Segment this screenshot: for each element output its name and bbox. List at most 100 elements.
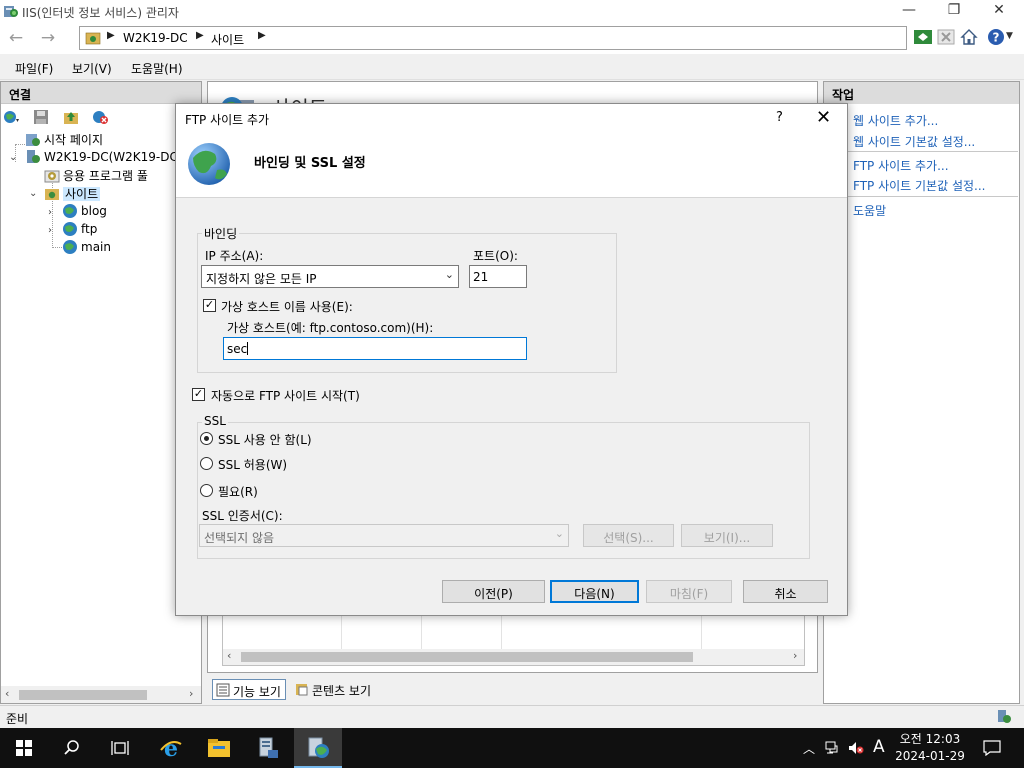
iis-manager-icon xyxy=(308,737,329,758)
finish-button[interactable]: 마침(F) xyxy=(646,580,732,603)
refresh-icon[interactable] xyxy=(913,27,933,47)
start-button[interactable] xyxy=(0,728,48,768)
virtual-host-field[interactable]: sec xyxy=(223,337,527,360)
chevron-down-icon[interactable]: ⌄ xyxy=(9,152,17,163)
tree-item-site-blog[interactable]: blog xyxy=(62,203,107,219)
volume-muted-icon[interactable] xyxy=(848,741,864,755)
no-ssl-radio[interactable] xyxy=(200,432,213,445)
divider xyxy=(848,196,1018,197)
dialog-header: FTP 사이트 추가 ? ✕ 바인딩 및 SSL 설정 xyxy=(176,104,847,198)
previous-button[interactable]: 이전(P) xyxy=(442,580,545,603)
scroll-left-icon[interactable]: ‹ xyxy=(5,687,9,700)
globe-icon xyxy=(63,204,77,218)
ssl-certificate-dropdown[interactable]: 선택되지 않음 ⌄ xyxy=(199,524,569,547)
notification-icon[interactable] xyxy=(983,740,1001,756)
connect-globe-icon[interactable] xyxy=(3,109,21,125)
allow-ssl-radio[interactable] xyxy=(200,457,213,470)
autostart-label: 자동으로 FTP 사이트 시작(T) xyxy=(211,389,360,403)
scroll-right-icon[interactable]: › xyxy=(189,687,193,700)
menu-view[interactable]: 보기(V) xyxy=(72,60,112,77)
autostart-checkbox[interactable]: ✓ xyxy=(192,388,205,401)
stop-icon[interactable] xyxy=(936,27,956,47)
tree-item-sites[interactable]: 사이트 xyxy=(44,185,101,202)
view-certificate-button[interactable]: 보기(I)... xyxy=(681,524,773,547)
cancel-button[interactable]: 취소 xyxy=(743,580,828,603)
virtual-host-checkbox[interactable]: ✓ xyxy=(203,299,216,312)
dialog-title: FTP 사이트 추가 xyxy=(185,113,270,127)
tab-content-view[interactable]: 콘텐츠 보기 xyxy=(292,679,375,700)
scroll-right-icon[interactable]: › xyxy=(793,649,797,662)
taskbar-iis-manager[interactable] xyxy=(294,728,342,768)
up-level-icon[interactable] xyxy=(63,109,81,125)
action-ftp-site-defaults[interactable]: FTP 사이트 기본값 설정... xyxy=(853,177,985,194)
tree-item-server[interactable]: W2K19-DC(W2K19-DC\ xyxy=(25,149,182,165)
taskbar-ie[interactable]: e xyxy=(147,728,195,768)
connection-status-icon xyxy=(998,710,1011,723)
taskbar-server-manager[interactable] xyxy=(244,728,292,768)
disconnect-icon[interactable] xyxy=(91,109,109,125)
binding-group-label: 바인딩 xyxy=(202,225,240,242)
help-dropdown-icon[interactable]: ▼ xyxy=(1006,31,1013,41)
dialog-help-button[interactable]: ? xyxy=(776,110,783,125)
features-view-icon xyxy=(216,683,230,697)
tray-chevron-up-icon[interactable]: ︿ xyxy=(803,740,815,757)
ip-address-dropdown[interactable]: 지정하지 않은 모든 IP ⌄ xyxy=(201,265,459,288)
actions-header: 작업 xyxy=(824,82,1019,104)
restore-button[interactable]: ❐ xyxy=(931,0,977,22)
back-arrow-icon[interactable]: ← xyxy=(5,28,27,48)
breadcrumb-sites[interactable]: 사이트 xyxy=(211,31,244,48)
tree-item-app-pools[interactable]: 응용 프로그램 풀 xyxy=(44,167,148,184)
require-ssl-radio[interactable] xyxy=(200,484,213,497)
tree-item-site-ftp[interactable]: ftp xyxy=(62,221,97,237)
chevron-right-icon[interactable]: › xyxy=(48,225,52,236)
port-field[interactable]: 21 xyxy=(469,265,527,288)
sites-list[interactable]: ‹ › xyxy=(222,614,805,666)
sites-folder-icon xyxy=(45,188,59,200)
ssl-certificate-label: SSL 인증서(C): xyxy=(202,509,283,523)
minimize-button[interactable]: — xyxy=(886,0,932,22)
breadcrumb-server[interactable]: W2K19-DC xyxy=(123,31,188,45)
action-add-ftp-site[interactable]: FTP 사이트 추가... xyxy=(853,157,949,174)
save-icon[interactable] xyxy=(33,109,51,125)
address-bar[interactable]: ▶ W2K19-DC ▶ 사이트 ▶ xyxy=(79,26,907,50)
tree-line xyxy=(52,247,62,248)
connections-scrollbar[interactable]: ‹ › xyxy=(1,686,201,703)
forward-arrow-icon[interactable]: → xyxy=(37,28,59,48)
breadcrumb-separator-icon: ▶ xyxy=(196,30,204,41)
chevron-right-icon[interactable]: › xyxy=(48,207,52,218)
column-divider xyxy=(421,615,422,649)
dialog-heading: 바인딩 및 SSL 설정 xyxy=(254,156,366,171)
search-button[interactable] xyxy=(48,728,96,768)
network-icon[interactable] xyxy=(825,741,841,755)
scroll-left-icon[interactable]: ‹ xyxy=(227,649,231,662)
select-certificate-button[interactable]: 선택(S)... xyxy=(583,524,674,547)
task-view-button[interactable] xyxy=(96,728,144,768)
next-button[interactable]: 다음(N) xyxy=(550,580,639,603)
action-web-site-defaults[interactable]: 웹 사이트 기본값 설정... xyxy=(853,133,975,150)
ime-indicator[interactable]: A xyxy=(873,737,885,757)
clock[interactable]: 오전 12:03 2024-01-29 xyxy=(888,731,972,765)
dialog-close-button[interactable]: ✕ xyxy=(816,107,831,128)
scrollbar-thumb[interactable] xyxy=(19,690,147,700)
action-help[interactable]: 도움말 xyxy=(853,202,886,219)
scrollbar-thumb[interactable] xyxy=(241,652,693,662)
list-scrollbar[interactable]: ‹ › xyxy=(223,649,804,665)
close-window-button[interactable]: ✕ xyxy=(976,0,1022,22)
tree-line xyxy=(15,144,25,145)
chevron-down-icon[interactable]: ⌄ xyxy=(29,188,37,199)
content-view-icon xyxy=(296,684,308,696)
action-add-web-site[interactable]: 웹 사이트 추가... xyxy=(853,112,938,129)
task-view-icon xyxy=(111,741,129,755)
folder-icon xyxy=(85,32,101,45)
column-divider xyxy=(701,615,702,649)
add-ftp-site-dialog: FTP 사이트 추가 ? ✕ 바인딩 및 SSL 설정 바인딩 IP 주소(A)… xyxy=(175,103,848,616)
menu-help[interactable]: 도움말(H) xyxy=(131,60,183,77)
taskbar-file-explorer[interactable] xyxy=(195,728,243,768)
home-icon[interactable] xyxy=(959,27,979,47)
tree-item-site-main[interactable]: main xyxy=(62,239,111,255)
menu-file[interactable]: 파일(F) xyxy=(15,60,53,77)
title-bar: IIS(인터넷 정보 서비스) 관리자 — ❐ ✕ xyxy=(0,0,1024,22)
tree-item-start-page[interactable]: 시작 페이지 xyxy=(25,131,103,148)
help-icon[interactable]: ? xyxy=(986,27,1006,47)
tab-features-view[interactable]: 기능 보기 xyxy=(212,679,286,700)
